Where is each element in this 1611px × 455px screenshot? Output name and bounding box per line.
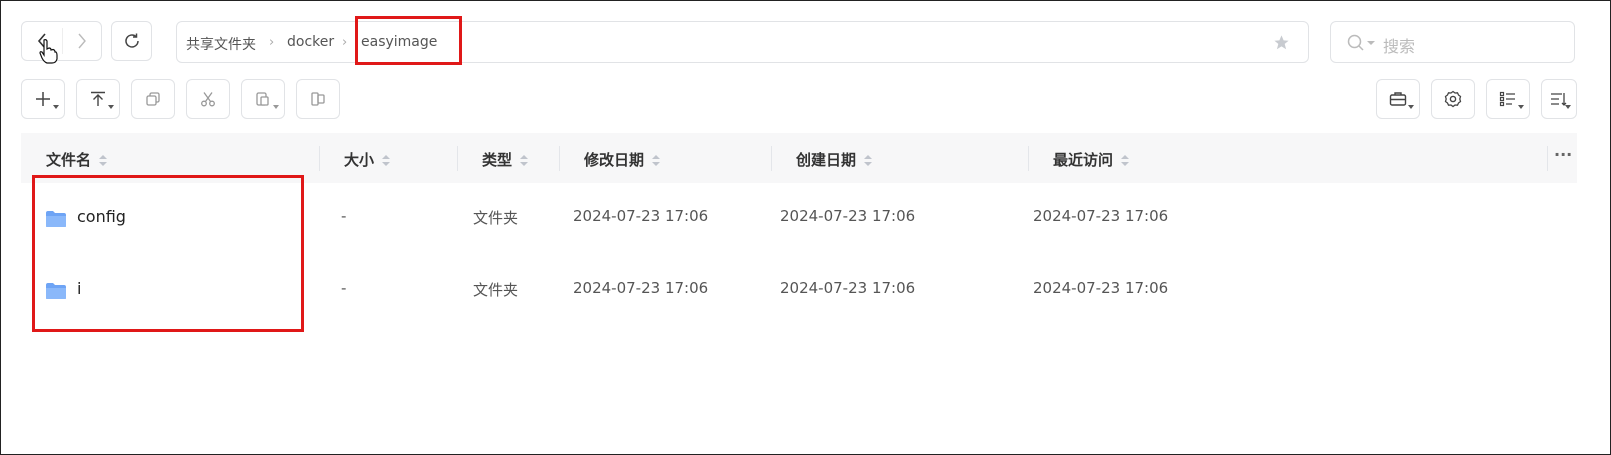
file-modified: 2024-07-23 17:06 bbox=[573, 207, 709, 225]
history-nav bbox=[21, 21, 102, 61]
sort-icon[interactable] bbox=[1121, 155, 1130, 166]
chevron-right-icon bbox=[78, 33, 86, 49]
file-created: 2024-07-23 17:06 bbox=[780, 279, 916, 297]
column-header-name[interactable]: 文件名 bbox=[46, 149, 108, 170]
search-icon bbox=[1347, 34, 1364, 51]
column-header-accessed[interactable]: 最近访问 bbox=[1053, 149, 1130, 170]
file-type: 文件夹 bbox=[473, 209, 519, 227]
sort-icon[interactable] bbox=[864, 155, 873, 166]
upload-icon bbox=[91, 91, 105, 106]
sort-icon[interactable] bbox=[520, 155, 529, 166]
chevron-down-icon bbox=[1367, 41, 1375, 45]
file-size: - bbox=[341, 207, 347, 225]
copy-to-button[interactable] bbox=[296, 79, 340, 119]
star-icon[interactable] bbox=[1273, 34, 1290, 51]
column-header-created[interactable]: 创建日期 bbox=[796, 149, 873, 170]
breadcrumb-item-shared[interactable]: 共享文件夹 bbox=[186, 34, 256, 54]
sort-icon[interactable] bbox=[99, 155, 108, 166]
toolbox-icon bbox=[1389, 92, 1407, 106]
hand-cursor-icon bbox=[39, 39, 58, 64]
file-type: 文件夹 bbox=[473, 281, 519, 299]
folder-icon bbox=[46, 283, 66, 299]
sort-icon[interactable] bbox=[382, 155, 391, 166]
paste-icon bbox=[256, 92, 269, 106]
forward-button[interactable] bbox=[62, 22, 102, 60]
search-placeholder: 搜索 bbox=[1383, 37, 1416, 56]
file-accessed: 2024-07-23 17:06 bbox=[1033, 207, 1169, 225]
refresh-button[interactable] bbox=[111, 21, 152, 61]
breadcrumb-separator-icon: › bbox=[342, 35, 348, 50]
column-header-modified[interactable]: 修改日期 bbox=[584, 149, 661, 170]
list-view-icon bbox=[1499, 91, 1515, 107]
settings-button[interactable] bbox=[1431, 79, 1475, 119]
breadcrumb[interactable]: 共享文件夹 › docker › easyimage bbox=[176, 21, 1309, 63]
file-name[interactable]: config bbox=[77, 207, 126, 226]
folder-icon bbox=[46, 211, 66, 227]
breadcrumb-item-docker[interactable]: docker bbox=[287, 34, 334, 50]
refresh-icon bbox=[124, 33, 139, 48]
column-header-size[interactable]: 大小 bbox=[344, 149, 391, 170]
copy-to-icon bbox=[311, 92, 325, 106]
breadcrumb-separator-icon: › bbox=[269, 35, 275, 50]
sort-button[interactable] bbox=[1541, 79, 1577, 119]
plus-icon bbox=[36, 92, 50, 106]
table-row[interactable]: config - 文件夹 2024-07-23 17:06 2024-07-23… bbox=[21, 183, 1577, 253]
table-row[interactable]: i - 文件夹 2024-07-23 17:06 2024-07-23 17:0… bbox=[21, 255, 1577, 325]
cut-button[interactable] bbox=[186, 79, 230, 119]
copy-icon bbox=[146, 92, 160, 106]
toolbox-button[interactable] bbox=[1376, 79, 1420, 119]
sort-icon[interactable] bbox=[652, 155, 661, 166]
new-button[interactable] bbox=[21, 79, 65, 119]
paste-button[interactable] bbox=[241, 79, 285, 119]
file-name[interactable]: i bbox=[77, 279, 81, 298]
file-created: 2024-07-23 17:06 bbox=[780, 207, 916, 225]
copy-button[interactable] bbox=[131, 79, 175, 119]
breadcrumb-item-current[interactable]: easyimage bbox=[361, 34, 437, 50]
scissors-icon bbox=[201, 92, 215, 107]
file-size: - bbox=[341, 279, 347, 297]
view-mode-button[interactable] bbox=[1486, 79, 1530, 119]
column-header-type[interactable]: 类型 bbox=[482, 149, 529, 170]
search-box[interactable]: 搜索 bbox=[1330, 21, 1575, 63]
file-accessed: 2024-07-23 17:06 bbox=[1033, 279, 1169, 297]
upload-button[interactable] bbox=[76, 79, 120, 119]
more-columns-icon[interactable]: ··· bbox=[1554, 145, 1572, 164]
file-modified: 2024-07-23 17:06 bbox=[573, 279, 709, 297]
table-header: 文件名 大小 类型 修改日期 创建日期 最近访问 ··· bbox=[21, 133, 1577, 183]
gear-icon bbox=[1444, 90, 1462, 108]
